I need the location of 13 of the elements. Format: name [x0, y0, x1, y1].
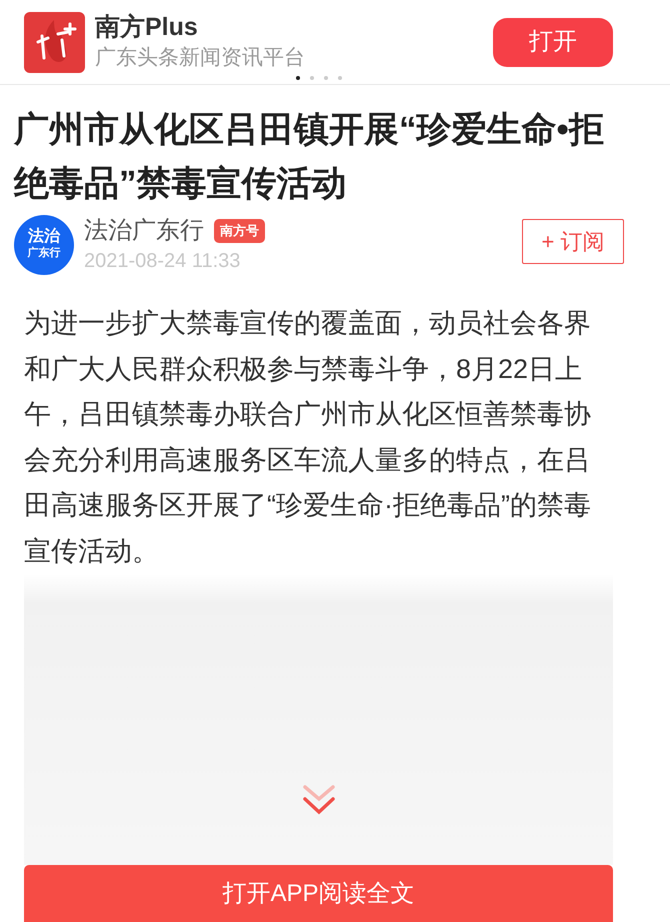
open-app-button[interactable]: 打开 — [493, 18, 613, 66]
read-full-article-button[interactable]: 打开APP阅读全文 — [24, 865, 613, 922]
author-badge: 南方号 — [214, 219, 265, 243]
author-name: 法治广东行 — [84, 216, 204, 246]
chevron-down-icon — [302, 785, 334, 815]
app-name: 南方Plus — [95, 12, 199, 43]
avatar-text: 广东行 — [28, 246, 60, 261]
article-body: 为进一步扩大禁毒宣传的覆盖面，动员社会各界和广大人民群众积极参与禁毒斗争，8月22日上午，吕田镇禁毒办联合广州市从化区恒善禁毒协会充分利用高速服务区车流人量多的特点，在吕田高速服务区开展了“珍爱生命·拒绝毒品”的禁毒宣传活动。 — [24, 307, 592, 568]
app-logo-icon — [24, 12, 85, 72]
article-title: 广州市从化区吕田镇开展“珍爱生命•拒绝毒品”禁毒宣传活动 — [14, 109, 605, 205]
app-tagline: 广东头条新闻资讯平台 — [95, 45, 305, 71]
avatar-text: 法治 — [28, 228, 60, 245]
subscribe-button[interactable]: + 订阅 — [522, 219, 624, 264]
